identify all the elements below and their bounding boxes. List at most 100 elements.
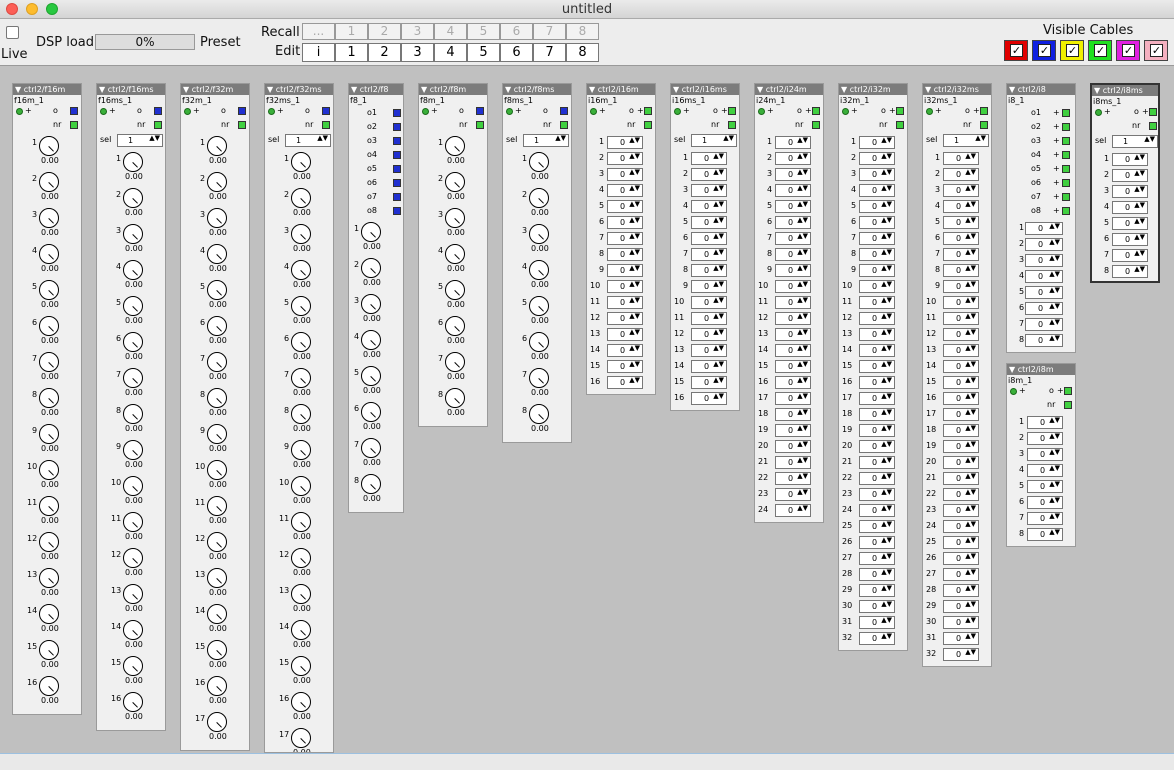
updown-icon[interactable]: ▲▼: [881, 505, 892, 512]
input-port[interactable]: [100, 108, 107, 115]
int-number-box-10[interactable]: 0 ▲▼: [775, 280, 811, 293]
int-number-box-6[interactable]: 0 ▲▼: [1025, 302, 1063, 315]
updown-icon[interactable]: ▲▼: [881, 393, 892, 400]
cable-checkbox-5[interactable]: ✓: [1150, 44, 1163, 57]
knob-12[interactable]: [291, 548, 311, 568]
output-port[interactable]: [812, 107, 820, 115]
int-number-box-26[interactable]: 0 ▲▼: [859, 536, 895, 549]
knob-7[interactable]: [529, 368, 549, 388]
int-number-box-9[interactable]: 0 ▲▼: [607, 264, 643, 277]
updown-icon[interactable]: ▲▼: [965, 553, 976, 560]
knob-1[interactable]: [529, 152, 549, 172]
int-number-box-11[interactable]: 0 ▲▼: [775, 296, 811, 309]
module-header[interactable]: ▼ ctrl2/i8m: [1007, 364, 1075, 375]
knob-8[interactable]: [123, 404, 143, 424]
knob-7[interactable]: [123, 368, 143, 388]
int-number-box-26[interactable]: 0 ▲▼: [943, 552, 979, 565]
int-number-box-11[interactable]: 0 ▲▼: [691, 312, 727, 325]
updown-icon[interactable]: ▲▼: [965, 281, 976, 288]
updown-icon[interactable]: ▲▼: [881, 409, 892, 416]
int-number-box-4[interactable]: 0 ▲▼: [691, 200, 727, 213]
updown-icon[interactable]: ▲▼: [1049, 497, 1060, 504]
output-port-o6[interactable]: [393, 179, 401, 187]
int-number-box-7[interactable]: 0 ▲▼: [775, 232, 811, 245]
output-port[interactable]: [896, 107, 904, 115]
knob-6[interactable]: [291, 332, 311, 352]
int-number-box-30[interactable]: 0 ▲▼: [859, 600, 895, 613]
int-number-box-22[interactable]: 0 ▲▼: [775, 472, 811, 485]
updown-icon[interactable]: ▲▼: [629, 137, 640, 144]
int-number-box-21[interactable]: 0 ▲▼: [859, 456, 895, 469]
updown-icon[interactable]: ▲▼: [713, 249, 724, 256]
updown-icon[interactable]: ▲▼: [797, 361, 808, 368]
updown-icon[interactable]: ▲▼: [1049, 239, 1060, 246]
cable-toggle-4[interactable]: ✓: [1116, 40, 1140, 61]
edit-cell-5[interactable]: 5: [467, 43, 500, 62]
updown-icon[interactable]: ▲▼: [1049, 529, 1060, 536]
knob-2[interactable]: [207, 172, 227, 192]
updown-icon[interactable]: ▲▼: [965, 345, 976, 352]
recall-cell-6[interactable]: 6: [500, 23, 533, 40]
int-number-box-17[interactable]: 0 ▲▼: [943, 408, 979, 421]
updown-icon[interactable]: ▲▼: [1049, 513, 1060, 520]
int-number-box-27[interactable]: 0 ▲▼: [943, 568, 979, 581]
cable-toggle-1[interactable]: ✓: [1032, 40, 1056, 61]
output-port[interactable]: [560, 107, 568, 115]
input-port[interactable]: [506, 108, 513, 115]
updown-icon[interactable]: ▲▼: [713, 217, 724, 224]
int-number-box-7[interactable]: 0 ▲▼: [607, 232, 643, 245]
knob-14[interactable]: [207, 604, 227, 624]
int-number-box-25[interactable]: 0 ▲▼: [859, 520, 895, 533]
knob-6[interactable]: [445, 316, 465, 336]
updown-icon[interactable]: ▲▼: [629, 377, 640, 384]
updown-icon[interactable]: ▲▼: [629, 201, 640, 208]
output-port-o8[interactable]: [393, 207, 401, 215]
int-number-box-10[interactable]: 0 ▲▼: [859, 280, 895, 293]
int-number-box-3[interactable]: 0 ▲▼: [607, 168, 643, 181]
int-number-box-31[interactable]: 0 ▲▼: [943, 632, 979, 645]
updown-icon[interactable]: ▲▼: [629, 185, 640, 192]
updown-icon[interactable]: ▲▼: [1049, 433, 1060, 440]
nr-port[interactable]: [154, 121, 162, 129]
int-number-box-27[interactable]: 0 ▲▼: [859, 552, 895, 565]
edit-cell-6[interactable]: 6: [500, 43, 533, 62]
updown-icon[interactable]: ▲▼: [713, 377, 724, 384]
recall-cell-8[interactable]: 8: [566, 23, 599, 40]
updown-icon[interactable]: ▲▼: [881, 521, 892, 528]
knob-5[interactable]: [207, 280, 227, 300]
knob-15[interactable]: [123, 656, 143, 676]
int-number-box-6[interactable]: 0 ▲▼: [607, 216, 643, 229]
updown-icon[interactable]: ▲▼: [881, 265, 892, 272]
module-i32m_1[interactable]: ▼ ctrl2/i32m i32m_1 + o + nr 1 0 ▲▼ 2 0 ▲▼ 3 0 ▲▼ 4 0 ▲▼ 5…: [838, 83, 908, 651]
updown-icon[interactable]: ▲▼: [797, 377, 808, 384]
int-number-box-17[interactable]: 0 ▲▼: [775, 392, 811, 405]
knob-10[interactable]: [291, 476, 311, 496]
updown-icon[interactable]: ▲▼: [797, 489, 808, 496]
updown-icon[interactable]: ▲▼: [797, 169, 808, 176]
knob-8[interactable]: [445, 388, 465, 408]
int-number-box-2[interactable]: 0 ▲▼: [775, 152, 811, 165]
output-port-o2[interactable]: [1062, 123, 1070, 131]
knob-16[interactable]: [207, 676, 227, 696]
int-number-box-7[interactable]: 0 ▲▼: [943, 248, 979, 261]
patch-canvas[interactable]: ▼ ctrl2/f16m f16m_1 + o nr 1 0.00 2 0.00 3 0.00 4 0.…: [0, 67, 1174, 753]
int-number-box-24[interactable]: 0 ▲▼: [859, 504, 895, 517]
updown-icon[interactable]: ▲▼: [965, 473, 976, 480]
output-port[interactable]: [980, 107, 988, 115]
updown-icon[interactable]: ▲▼: [1134, 202, 1145, 209]
int-number-box-30[interactable]: 0 ▲▼: [943, 616, 979, 629]
updown-icon[interactable]: ▲▼: [1049, 417, 1060, 424]
knob-6[interactable]: [361, 402, 381, 422]
updown-icon[interactable]: ▲▼: [881, 313, 892, 320]
updown-icon[interactable]: ▲▼: [629, 297, 640, 304]
output-port-o2[interactable]: [393, 123, 401, 131]
int-number-box-4[interactable]: 0 ▲▼: [1112, 201, 1148, 214]
knob-8[interactable]: [529, 404, 549, 424]
updown-icon[interactable]: ▲▼: [881, 185, 892, 192]
output-port-o3[interactable]: [393, 137, 401, 145]
knob-5[interactable]: [39, 280, 59, 300]
edit-cell-3[interactable]: 3: [401, 43, 434, 62]
knob-9[interactable]: [291, 440, 311, 460]
knob-14[interactable]: [291, 620, 311, 640]
updown-icon[interactable]: ▲▼: [881, 345, 892, 352]
